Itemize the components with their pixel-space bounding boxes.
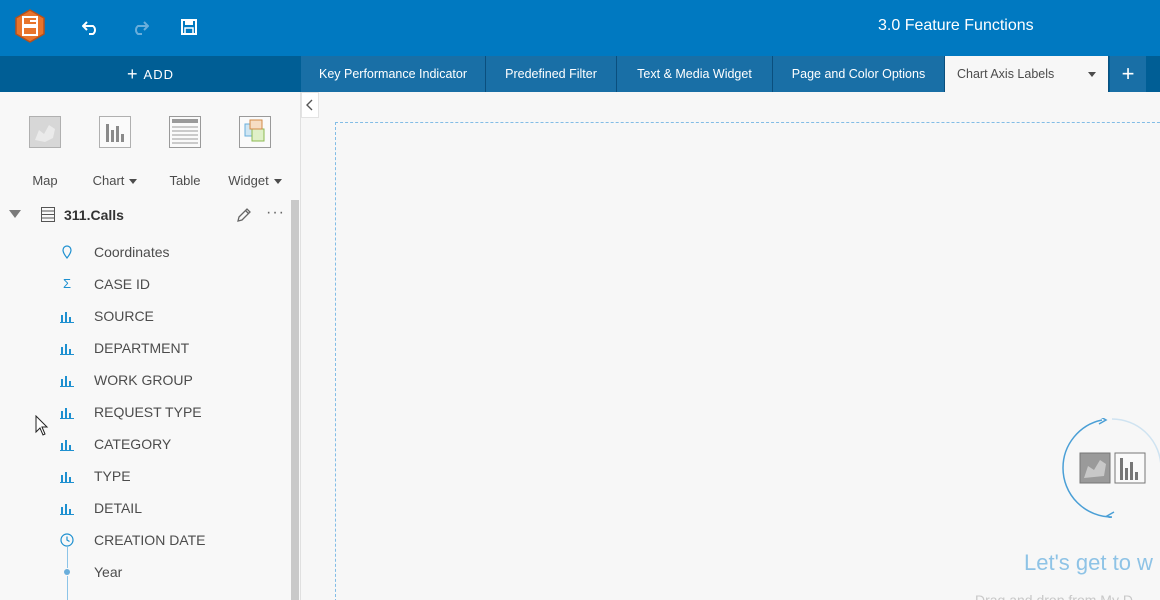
hierarchy-line [67,576,68,600]
chevron-down-icon [129,179,138,185]
tab-menu-caret-icon[interactable] [1088,72,1096,77]
redo-button[interactable] [127,14,153,40]
field-name: CATEGORY [94,436,172,452]
field-name: DETAIL [94,500,142,516]
save-button[interactable] [176,14,202,40]
undo-button[interactable] [78,14,104,40]
tab-label: Chart Axis Labels [957,67,1055,81]
field-name: SOURCE [94,308,154,324]
string-icon [60,344,74,355]
viz-label: Table [169,173,201,188]
field-name: Year [94,564,123,580]
add-page-button[interactable]: + [1110,56,1146,92]
string-icon [60,504,74,515]
field-item[interactable]: WORK GROUP [0,365,291,395]
field-item[interactable]: Year [0,557,291,587]
chart-viz-button[interactable]: Chart [85,116,145,188]
field-item[interactable]: Σ CASE ID [0,269,291,299]
field-name: TYPE [94,468,131,484]
redo-icon [135,21,149,35]
page-title: 3.0 Feature Functions [878,17,1034,34]
dataset-options-button[interactable]: ··· [266,204,285,222]
chart-icon [99,116,131,148]
viz-label: Widget [228,173,269,188]
tab-text-media-widget[interactable]: Text & Media Widget [617,56,773,92]
undo-icon [82,21,96,35]
save-icon [181,19,197,35]
welcome-subtitle: Drag and drop from My D [975,592,1133,600]
table-icon [169,116,201,148]
clock-icon [60,533,74,547]
tab-chart-axis-labels[interactable]: Chart Axis Labels [945,56,1109,92]
dataset-name: 311.Calls [64,207,124,223]
page-canvas-drop-zone[interactable] [335,122,1160,600]
tab-label: Predefined Filter [505,67,597,81]
widget-viz-button[interactable]: Widget [225,116,285,188]
map-viz-button[interactable]: Map [15,116,75,188]
tab-label: Text & Media Widget [637,67,752,81]
string-icon [60,408,74,419]
top-bar: 3.0 Feature Functions [0,0,1160,56]
field-item[interactable]: DETAIL [0,493,291,523]
add-button[interactable]: + ADD [0,56,301,92]
string-icon [60,472,74,483]
app-logo-icon [14,9,46,43]
string-icon [60,312,74,323]
chevron-left-icon [306,99,313,111]
mouse-cursor-icon [35,415,49,436]
map-icon [29,116,61,148]
table-viz-button[interactable]: Table [155,116,215,188]
data-pane: Map Chart Table Widget 311.Calls ··· Coo… [0,92,301,600]
field-name: CASE ID [94,276,151,292]
field-name: WORK GROUP [94,372,193,388]
edit-pencil-icon[interactable] [235,206,253,224]
add-button-label: ADD [143,66,174,82]
welcome-heading: Let's get to w [1024,550,1153,575]
viz-label: Chart [92,173,125,188]
collapse-dataset-toggle[interactable] [9,210,21,218]
collapse-pane-button[interactable] [301,92,319,118]
viz-label: Map [32,173,58,188]
data-pane-scrollbar[interactable] [291,200,299,600]
get-started-illustration-icon [1062,418,1160,518]
plus-icon: + [127,64,139,84]
page-tab-bar: + ADD Key Performance Indicator Predefin… [0,56,1160,92]
field-name: Coordinates [94,244,170,260]
field-name: CREATION DATE [94,532,206,548]
field-item[interactable]: TYPE [0,461,291,491]
tab-key-performance-indicator[interactable]: Key Performance Indicator [301,56,486,92]
string-icon [60,440,74,451]
field-name: DEPARTMENT [94,340,190,356]
widget-icon [239,116,271,148]
field-item[interactable]: CREATION DATE [0,525,291,555]
field-item[interactable]: Coordinates [0,237,291,267]
dataset-header: 311.Calls ··· [0,200,291,230]
location-icon [62,245,72,259]
dataset-table-icon [41,207,55,222]
tab-predefined-filter[interactable]: Predefined Filter [486,56,617,92]
chevron-down-icon [273,179,282,185]
field-name: REQUEST TYPE [94,404,202,420]
sigma-icon: Σ [62,276,72,291]
tab-label: Page and Color Options [791,67,926,81]
tab-page-and-color-options[interactable]: Page and Color Options [773,56,945,92]
field-item[interactable]: DEPARTMENT [0,333,291,363]
tab-label: Key Performance Indicator [319,67,467,81]
string-icon [60,376,74,387]
field-item[interactable]: SOURCE [0,301,291,331]
